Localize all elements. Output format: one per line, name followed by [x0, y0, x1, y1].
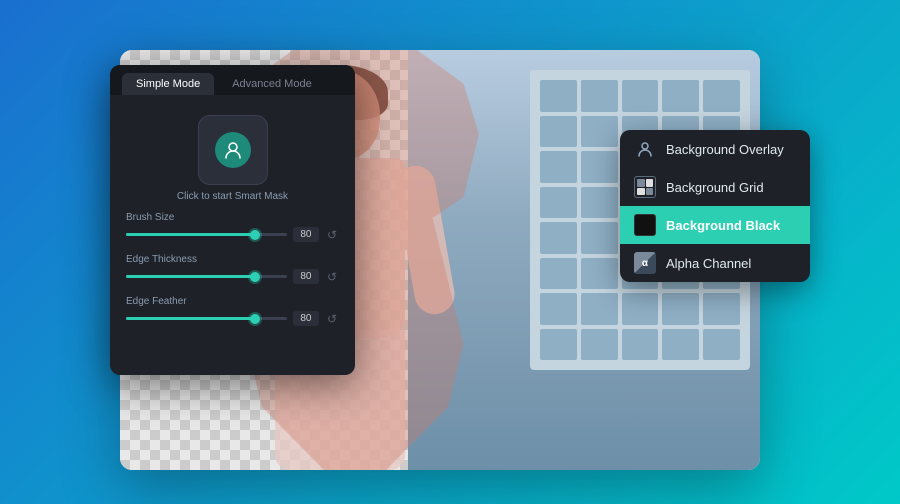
window: [662, 329, 699, 361]
brush-size-group: Brush Size 80 ↺: [126, 212, 339, 242]
window: [581, 329, 618, 361]
window: [581, 293, 618, 325]
edge-feather-track[interactable]: [126, 317, 287, 320]
background-dropdown-menu: Background Overlay Background Grid Backg…: [620, 130, 810, 282]
window: [540, 116, 577, 148]
black-icon: [634, 214, 656, 236]
window: [622, 329, 659, 361]
grid-label: Background Grid: [666, 180, 764, 195]
window: [622, 293, 659, 325]
edge-feather-label: Edge Feather: [126, 296, 339, 307]
menu-item-grid[interactable]: Background Grid: [620, 168, 810, 206]
window: [662, 293, 699, 325]
overlay-icon: [634, 138, 656, 160]
window: [662, 80, 699, 112]
brush-size-track[interactable]: [126, 233, 287, 236]
alpha-icon: α: [634, 252, 656, 274]
menu-item-black[interactable]: Background Black: [620, 206, 810, 244]
menu-item-alpha[interactable]: α Alpha Channel: [620, 244, 810, 282]
edge-thickness-track[interactable]: [126, 275, 287, 278]
window: [540, 258, 577, 290]
window: [581, 116, 618, 148]
edge-thickness-reset[interactable]: ↺: [325, 270, 339, 284]
edge-feather-group: Edge Feather 80 ↺: [126, 296, 339, 326]
window: [540, 329, 577, 361]
panel-body: Click to start Smart Mask Brush Size 80 …: [110, 95, 355, 350]
alpha-label: Alpha Channel: [666, 256, 751, 271]
edge-feather-value: 80: [293, 311, 319, 326]
window: [540, 187, 577, 219]
brush-size-value: 80: [293, 227, 319, 242]
main-container: Simple Mode Advanced Mode Click to start…: [0, 0, 900, 504]
panel-tabs: Simple Mode Advanced Mode: [110, 65, 355, 95]
edge-feather-row: 80 ↺: [126, 311, 339, 326]
smart-mask-button[interactable]: [198, 115, 268, 185]
overlay-label: Background Overlay: [666, 142, 784, 157]
window: [581, 151, 618, 183]
brush-size-label: Brush Size: [126, 212, 339, 223]
edge-thickness-value: 80: [293, 269, 319, 284]
edge-thickness-row: 80 ↺: [126, 269, 339, 284]
window: [581, 80, 618, 112]
brush-size-reset[interactable]: ↺: [325, 228, 339, 242]
window: [703, 329, 740, 361]
brush-size-row: 80 ↺: [126, 227, 339, 242]
smart-mask-label: Click to start Smart Mask: [126, 191, 339, 202]
grid-icon: [634, 176, 656, 198]
edge-feather-reset[interactable]: ↺: [325, 312, 339, 326]
window: [540, 293, 577, 325]
window: [703, 80, 740, 112]
window: [581, 187, 618, 219]
black-label: Background Black: [666, 218, 780, 233]
window: [540, 222, 577, 254]
edge-thickness-group: Edge Thickness 80 ↺: [126, 254, 339, 284]
window: [540, 80, 577, 112]
smart-mask-icon: [215, 132, 251, 168]
window: [622, 80, 659, 112]
edge-thickness-label: Edge Thickness: [126, 254, 339, 265]
smart-mask-panel: Simple Mode Advanced Mode Click to start…: [110, 65, 355, 375]
window: [703, 293, 740, 325]
window: [581, 258, 618, 290]
window: [581, 222, 618, 254]
window: [540, 151, 577, 183]
advanced-mode-tab[interactable]: Advanced Mode: [218, 73, 326, 95]
simple-mode-tab[interactable]: Simple Mode: [122, 73, 214, 95]
menu-item-overlay[interactable]: Background Overlay: [620, 130, 810, 168]
